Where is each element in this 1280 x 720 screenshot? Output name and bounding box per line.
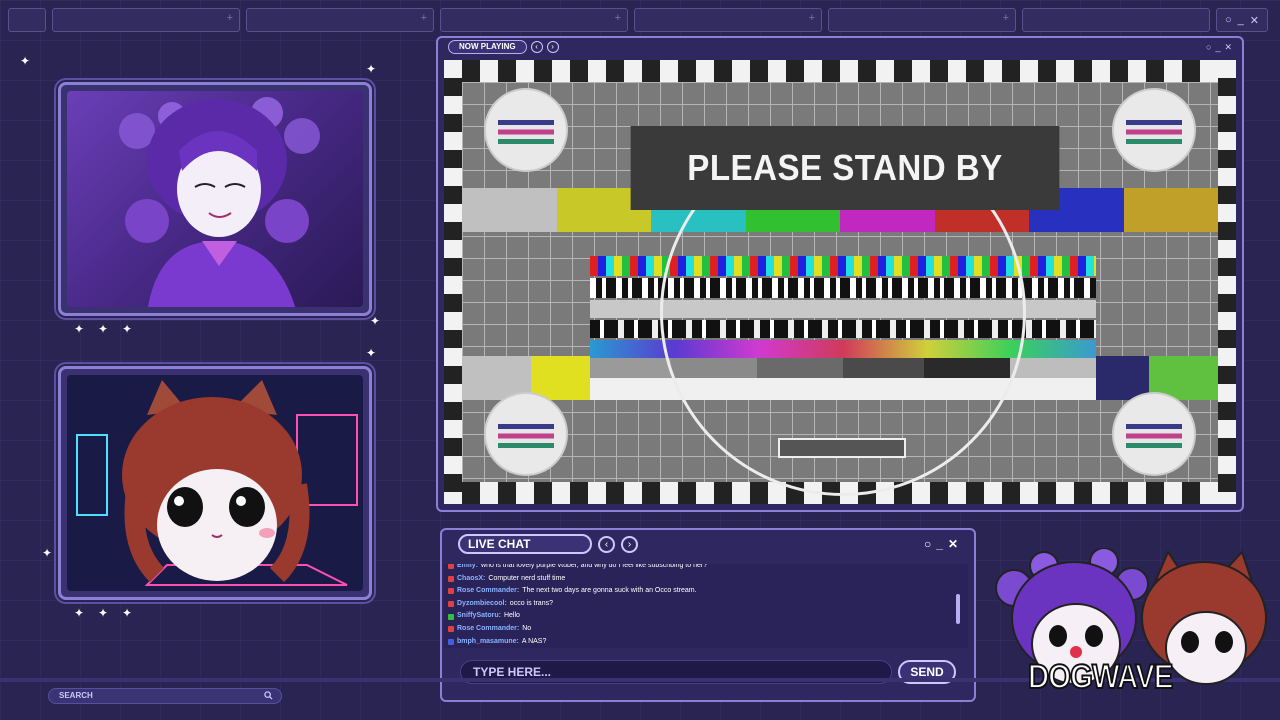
tab-small[interactable]: [8, 8, 46, 32]
plus-icon[interactable]: +: [809, 12, 815, 24]
chat-message: Rose Commander: No: [448, 623, 968, 636]
chat-username[interactable]: bmph_masamune:: [457, 636, 519, 648]
sparkle-icon: ✦: [98, 606, 109, 620]
purple-vtuber-illustration: [119, 97, 320, 307]
tab-1[interactable]: +: [52, 8, 240, 32]
plus-icon[interactable]: +: [421, 12, 427, 24]
color-bar: [462, 188, 557, 232]
prev-icon[interactable]: ‹: [530, 41, 543, 53]
now-playing-window: NOW PLAYING ‹ › ○ _ ✕ PLEASE STAND BY: [436, 36, 1244, 512]
color-bar: [1123, 188, 1218, 232]
prev-icon[interactable]: ‹: [598, 535, 615, 553]
chat-username[interactable]: ChaosX:: [457, 573, 485, 586]
user-badge-icon: [448, 601, 454, 608]
chat-text: occo is trans?: [509, 599, 553, 607]
sparkle-icon: ✦: [42, 546, 53, 560]
corner-circle: [1112, 392, 1196, 476]
chat-message: Dyzombiecool: occo is trans?: [448, 598, 968, 611]
minimize-icon[interactable]: _: [936, 537, 943, 551]
player-window-controls: ○ _ ✕: [1206, 42, 1232, 53]
live-chat-window: LIVE CHAT ‹ › ○ _ ✕ Emily: who is that lo…: [440, 528, 976, 702]
sparkle-icon: ✦: [74, 322, 85, 336]
next-icon[interactable]: ›: [546, 41, 559, 53]
catgirl-vtuber-illustration: [67, 375, 363, 591]
dogwave-logo-text: DOGWAVE: [1027, 657, 1174, 697]
user-badge-icon: [448, 626, 454, 633]
search-input[interactable]: SEARCH: [48, 688, 282, 704]
vtuber-avatar-purple: [67, 91, 363, 307]
tab-3[interactable]: +: [440, 8, 628, 32]
checker-border: [444, 60, 462, 504]
chat-message: bmph_masamune: A NAS?: [448, 636, 968, 648]
plus-icon[interactable]: +: [227, 12, 233, 24]
chat-text: A NAS?: [521, 637, 547, 645]
chat-text: Hello: [503, 612, 520, 620]
close-icon[interactable]: ✕: [1224, 42, 1232, 53]
search-icon[interactable]: [264, 691, 273, 700]
tab-strip: + + + + + ○ _ ✕: [8, 8, 1272, 32]
corner-circle: [484, 392, 568, 476]
chat-scrollbar[interactable]: [956, 594, 960, 624]
chat-username[interactable]: Rose Commander:: [457, 585, 519, 598]
vtuber-avatar-catgirl: [67, 375, 363, 591]
close-icon[interactable]: ✕: [948, 537, 958, 551]
window-controls: ○ _ ✕: [1216, 8, 1268, 32]
chat-username[interactable]: Rose Commander:: [457, 623, 519, 636]
sparkle-icon: ✦: [366, 346, 377, 360]
chat-text: No: [522, 624, 532, 632]
next-icon[interactable]: ›: [621, 535, 638, 553]
chat-message-list[interactable]: Emily: who is that lovely purple vtuber, …: [444, 564, 968, 648]
center-rect: [778, 438, 906, 458]
checker-border: [1218, 60, 1236, 504]
plus-icon[interactable]: +: [615, 12, 621, 24]
checker-border: [444, 60, 1236, 82]
chat-message: ChaosX: Computer nerd stuff time: [448, 573, 968, 586]
sparkle-icon: ✦: [122, 606, 133, 620]
chat-username[interactable]: SniffySatoru:: [457, 610, 501, 623]
maximize-icon[interactable]: ○: [1206, 42, 1211, 53]
chat-text: Computer nerd stuff time: [488, 574, 566, 582]
user-badge-icon: [448, 638, 454, 645]
sparkle-icon: ✦: [74, 606, 85, 620]
tab-4[interactable]: +: [634, 8, 822, 32]
chat-text: The next two days are gonna suck with an…: [522, 587, 697, 595]
close-icon[interactable]: ✕: [1250, 14, 1259, 27]
maximize-icon[interactable]: ○: [924, 537, 931, 551]
tab-6[interactable]: [1022, 8, 1210, 32]
user-badge-icon: [448, 575, 454, 582]
plus-icon[interactable]: +: [1003, 12, 1009, 24]
chat-title-bar: LIVE CHAT ‹ › ○ _ ✕: [442, 530, 974, 558]
chat-username[interactable]: Dyzombiecool:: [457, 598, 507, 611]
maximize-icon[interactable]: ○: [1225, 14, 1232, 26]
chat-window-controls: ○ _ ✕: [924, 537, 958, 551]
now-playing-label: NOW PLAYING: [448, 40, 527, 54]
test-pattern-screen[interactable]: PLEASE STAND BY: [444, 60, 1236, 504]
live-chat-label: LIVE CHAT: [458, 534, 592, 554]
user-badge-icon: [448, 613, 454, 620]
vtuber-cam-1: [58, 82, 372, 316]
sparkle-icon: ✦: [122, 322, 133, 336]
sparkle-icon: ✦: [98, 322, 109, 336]
sparkle-icon: ✦: [366, 62, 377, 76]
corner-circle: [1112, 88, 1196, 172]
minimize-icon[interactable]: _: [1238, 14, 1244, 26]
chat-message: SniffySatoru: Hello: [448, 610, 968, 623]
minimize-icon[interactable]: _: [1215, 42, 1220, 53]
chat-message: Rose Commander: The next two days are gon…: [448, 585, 968, 598]
corner-circle: [484, 88, 568, 172]
chat-username[interactable]: Emily:: [457, 564, 478, 573]
user-badge-icon: [448, 588, 454, 595]
player-title-bar: NOW PLAYING ‹ › ○ _ ✕: [438, 38, 1242, 56]
search-placeholder: SEARCH: [59, 691, 93, 700]
tab-2[interactable]: +: [246, 8, 434, 32]
sparkle-icon: ✦: [370, 314, 381, 328]
dogwave-logo: DOGWAVE: [984, 547, 1274, 702]
chat-message: Emily: who is that lovely purple vtuber, …: [448, 564, 968, 573]
sparkle-icon: ✦: [20, 54, 31, 68]
please-stand-by-banner: PLEASE STAND BY: [630, 126, 1060, 210]
user-badge-icon: [448, 564, 454, 570]
vtuber-cam-2: [58, 366, 372, 600]
chat-text: who is that lovely purple vtuber, and wh…: [481, 564, 708, 569]
tab-5[interactable]: +: [828, 8, 1016, 32]
